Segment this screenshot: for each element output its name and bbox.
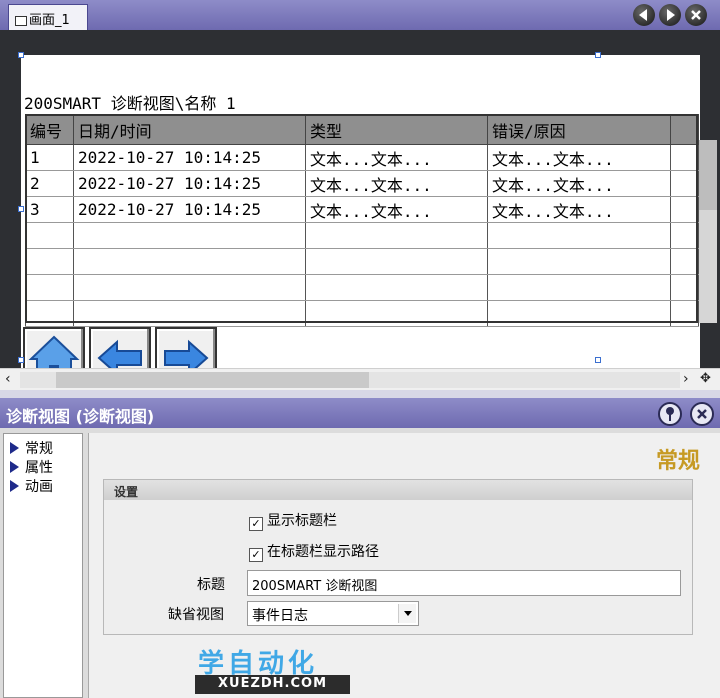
column-header-number[interactable]: 编号	[25, 114, 74, 145]
nav-item-animation[interactable]: 动画	[10, 476, 53, 495]
table-cell: 1	[25, 144, 74, 171]
selection-handle[interactable]	[595, 357, 601, 363]
properties-content: 常规 设置 ✓ 显示标题栏 ✓ 在标题栏显示路径 标题 200SMART 诊断视图 …	[88, 433, 720, 698]
diagnostic-view-object[interactable]: 200SMART 诊断视图\名称 1 编号 日期/时间 类型 错误/原因 1 2…	[21, 55, 717, 392]
move-icon[interactable]: ✥	[700, 371, 711, 386]
next-tab-icon[interactable]	[659, 4, 681, 26]
pin-icon	[666, 407, 674, 421]
show-path-checkbox[interactable]: ✓	[249, 548, 263, 562]
default-view-value: 事件日志	[252, 608, 308, 624]
pin-button[interactable]	[658, 402, 682, 426]
settings-group: 设置 ✓ 显示标题栏 ✓ 在标题栏显示路径 标题 200SMART 诊断视图 缺省视…	[103, 479, 693, 635]
settings-group-header: 设置	[104, 480, 692, 500]
chevron-down-icon[interactable]	[398, 604, 416, 623]
panel-separator[interactable]	[0, 390, 720, 398]
column-header-error[interactable]: 错误/原因	[487, 114, 671, 145]
show-title-bar-checkbox[interactable]: ✓	[249, 517, 263, 531]
show-title-bar-option[interactable]: ✓ 显示标题栏	[249, 510, 337, 531]
table-row-empty	[25, 300, 699, 327]
title-label: 标题	[197, 577, 225, 593]
table-row[interactable]: 1 2022-10-27 10:14:25 文本...文本... 文本...文本…	[25, 144, 699, 171]
settings-group-label: 设置	[114, 485, 139, 499]
table-row[interactable]: 2 2022-10-27 10:14:25 文本...文本... 文本...文本…	[25, 170, 699, 197]
tab-label: 画面_1	[29, 13, 70, 28]
triangle-icon	[10, 461, 19, 473]
section-heading: 常规	[655, 448, 700, 474]
tab-screen-1[interactable]: 画面_1	[8, 4, 88, 30]
show-path-label: 在标题栏显示路径	[267, 544, 379, 560]
triangle-icon	[10, 480, 19, 492]
default-view-dropdown[interactable]: 事件日志	[247, 601, 419, 626]
editor-title-bar: 画面_1	[0, 0, 720, 30]
scroll-thumb[interactable]	[56, 372, 369, 388]
default-view-label: 缺省视图	[168, 607, 224, 623]
selection-handle[interactable]	[18, 357, 24, 363]
close-panel-button[interactable]	[690, 402, 714, 426]
table-row-empty	[25, 248, 699, 275]
nav-item-label: 常规	[25, 441, 53, 457]
triangle-icon	[10, 442, 19, 454]
watermark-badge: XUEZDH.COM	[195, 675, 350, 694]
table-scrollbar-thumb[interactable]	[699, 140, 717, 210]
table-row-empty	[25, 274, 699, 301]
column-header-datetime[interactable]: 日期/时间	[73, 114, 306, 145]
title-field[interactable]: 200SMART 诊断视图	[247, 570, 681, 596]
column-header-type[interactable]: 类型	[305, 114, 488, 145]
show-path-option[interactable]: ✓ 在标题栏显示路径	[249, 541, 379, 562]
screen-icon	[15, 15, 27, 26]
table-cell: 3	[25, 196, 74, 223]
column-header-filler	[670, 114, 699, 145]
table-cell: 文本...文本...	[487, 144, 671, 171]
table-cell	[670, 196, 699, 223]
screen-canvas-area: 200SMART 诊断视图\名称 1 编号 日期/时间 类型 错误/原因 1 2…	[0, 30, 720, 392]
close-icon	[697, 409, 707, 419]
table-row-empty	[25, 222, 699, 249]
horizontal-scrollbar[interactable]: ‹ › ✥	[0, 368, 720, 390]
table-cell: 2	[25, 170, 74, 197]
properties-nav: 常规 属性 动画	[3, 433, 83, 698]
table-cell	[670, 170, 699, 197]
table-cell: 文本...文本...	[487, 196, 671, 223]
properties-title: 诊断视图 (诊断视图)	[6, 407, 155, 426]
scroll-left-icon[interactable]: ‹	[5, 371, 11, 387]
nav-item-general[interactable]: 常规	[10, 438, 53, 457]
prev-tab-icon[interactable]	[633, 4, 655, 26]
table-cell	[670, 144, 699, 171]
table-cell: 文本...文本...	[305, 170, 488, 197]
table-cell: 文本...文本...	[305, 144, 488, 171]
nav-item-label: 属性	[25, 460, 53, 476]
table-cell: 文本...文本...	[487, 170, 671, 197]
nav-item-properties[interactable]: 属性	[10, 457, 53, 476]
properties-body: 常规 属性 动画 常规 设置 ✓ 显示标题栏 ✓ 在标题栏显示路径 标题 200SM…	[0, 428, 720, 698]
selection-handle[interactable]	[18, 52, 24, 58]
table-cell: 2022-10-27 10:14:25	[73, 196, 306, 223]
table-cell: 2022-10-27 10:14:25	[73, 170, 306, 197]
selection-handle[interactable]	[18, 206, 24, 212]
close-tab-icon[interactable]	[685, 4, 707, 26]
watermark-url: XUEZDH.COM	[217, 676, 328, 691]
nav-item-label: 动画	[25, 479, 53, 495]
show-title-bar-label: 显示标题栏	[267, 513, 337, 529]
table-row[interactable]: 3 2022-10-27 10:14:25 文本...文本... 文本...文本…	[25, 196, 699, 223]
properties-title-bar: 诊断视图 (诊断视图)	[0, 398, 720, 428]
scroll-right-icon[interactable]: ›	[683, 371, 689, 387]
table-cell: 文本...文本...	[305, 196, 488, 223]
selection-handle[interactable]	[595, 52, 601, 58]
diagnostic-table: 编号 日期/时间 类型 错误/原因 1 2022-10-27 10:14:25 …	[25, 114, 699, 327]
diag-view-title: 200SMART 诊断视图\名称 1	[24, 94, 236, 113]
table-cell: 2022-10-27 10:14:25	[73, 144, 306, 171]
table-header-row: 编号 日期/时间 类型 错误/原因	[25, 114, 699, 145]
